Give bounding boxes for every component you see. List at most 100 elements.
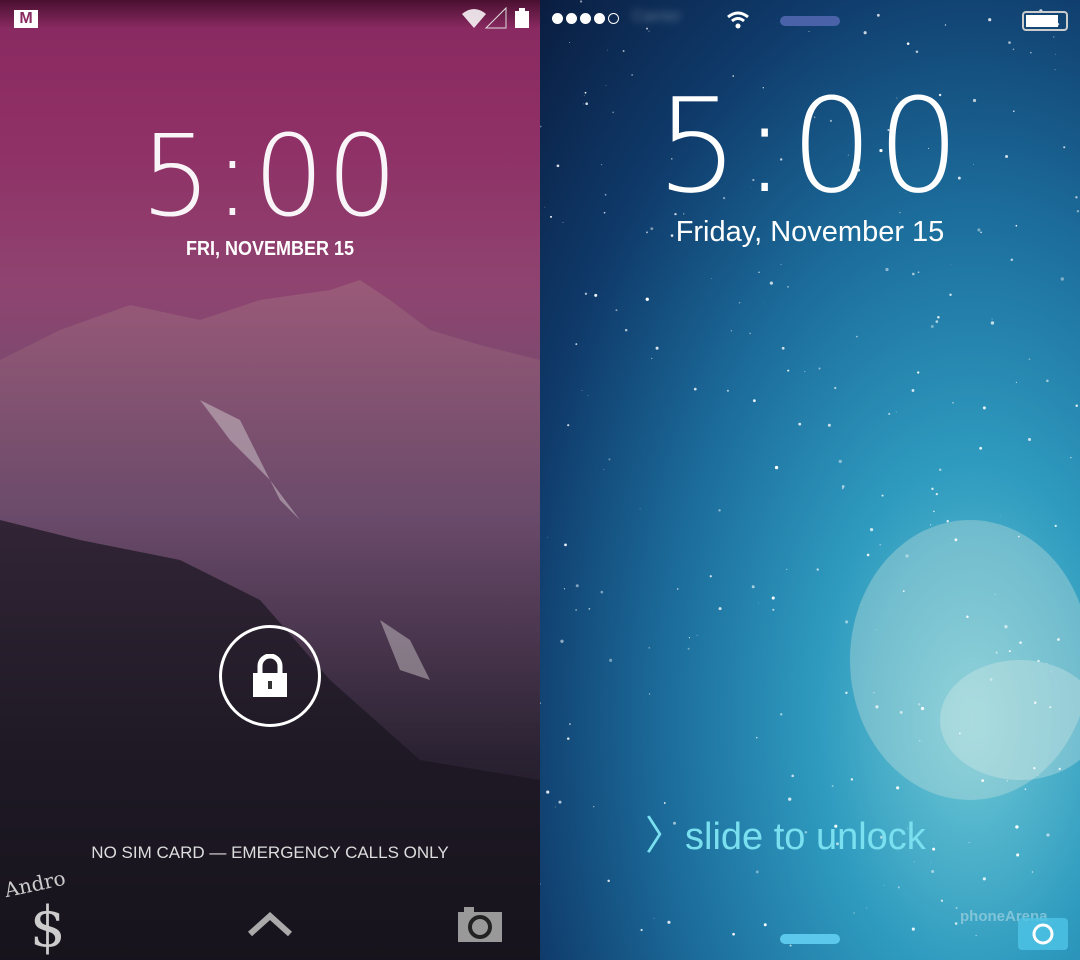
star bbox=[804, 371, 806, 373]
signal-strength bbox=[552, 13, 619, 24]
star bbox=[603, 469, 605, 470]
signal-dot bbox=[552, 13, 563, 24]
star bbox=[710, 277, 712, 279]
camera-icon[interactable] bbox=[1018, 912, 1068, 950]
star bbox=[881, 494, 884, 497]
star bbox=[615, 309, 618, 312]
star bbox=[958, 732, 961, 735]
star bbox=[558, 800, 562, 804]
star bbox=[966, 615, 969, 618]
wifi-icon bbox=[727, 11, 749, 29]
star bbox=[991, 318, 993, 320]
unlock-button[interactable] bbox=[219, 625, 321, 727]
star bbox=[856, 335, 858, 338]
star bbox=[905, 554, 909, 558]
star bbox=[653, 917, 655, 919]
star bbox=[639, 508, 641, 510]
star bbox=[1046, 833, 1050, 837]
star bbox=[1012, 48, 1015, 50]
star bbox=[600, 590, 604, 594]
star bbox=[791, 774, 795, 778]
star bbox=[932, 847, 936, 851]
star bbox=[1046, 663, 1048, 665]
star bbox=[841, 485, 845, 488]
star bbox=[709, 575, 712, 578]
star bbox=[569, 723, 571, 725]
star bbox=[931, 870, 935, 874]
star bbox=[1037, 659, 1040, 663]
star bbox=[979, 446, 983, 450]
star bbox=[888, 412, 891, 415]
star bbox=[667, 920, 671, 924]
star bbox=[563, 588, 566, 590]
star bbox=[895, 411, 897, 413]
star bbox=[584, 292, 588, 295]
star bbox=[950, 537, 951, 539]
star bbox=[866, 907, 868, 909]
star bbox=[787, 369, 790, 372]
star bbox=[999, 515, 1001, 517]
star bbox=[834, 386, 837, 390]
notification-center-grabber[interactable] bbox=[780, 16, 840, 26]
star bbox=[575, 609, 578, 611]
star bbox=[845, 691, 848, 695]
star bbox=[808, 30, 810, 32]
star bbox=[540, 702, 542, 705]
star bbox=[763, 923, 767, 927]
camera-icon[interactable] bbox=[458, 906, 502, 942]
star bbox=[648, 30, 650, 32]
star bbox=[569, 42, 571, 44]
chevron-right-icon: 〉 bbox=[645, 814, 685, 858]
battery-icon bbox=[515, 11, 529, 28]
star bbox=[930, 325, 934, 329]
star bbox=[995, 651, 998, 654]
star bbox=[935, 492, 938, 496]
star bbox=[1015, 825, 1019, 829]
star bbox=[560, 639, 564, 643]
star bbox=[1016, 853, 1020, 857]
star bbox=[918, 703, 921, 706]
star bbox=[780, 264, 782, 266]
star bbox=[917, 371, 920, 374]
star bbox=[609, 658, 613, 662]
star bbox=[1030, 51, 1032, 54]
star bbox=[564, 543, 567, 547]
star bbox=[831, 785, 834, 787]
star bbox=[933, 842, 935, 844]
control-center-grabber[interactable] bbox=[780, 934, 840, 944]
star bbox=[850, 778, 854, 781]
star bbox=[863, 31, 867, 35]
star bbox=[581, 390, 583, 392]
star bbox=[749, 332, 752, 335]
star bbox=[937, 316, 940, 319]
star bbox=[755, 870, 759, 874]
star bbox=[693, 387, 697, 391]
star bbox=[1057, 638, 1060, 641]
clock: 5:00 bbox=[656, 70, 964, 222]
star bbox=[876, 13, 880, 17]
signal-dot bbox=[566, 13, 577, 24]
star bbox=[853, 912, 855, 914]
star bbox=[952, 402, 954, 404]
star bbox=[988, 18, 992, 22]
star bbox=[975, 934, 977, 936]
star bbox=[788, 797, 792, 801]
star bbox=[567, 424, 570, 427]
star bbox=[873, 692, 875, 694]
star bbox=[1070, 456, 1072, 459]
star bbox=[575, 584, 579, 588]
star bbox=[758, 602, 759, 604]
star bbox=[769, 281, 773, 285]
chevron-up-icon[interactable] bbox=[248, 912, 292, 936]
star bbox=[575, 343, 578, 346]
star bbox=[646, 27, 649, 30]
star bbox=[1015, 381, 1018, 383]
carrier-name: Carrier bbox=[632, 8, 681, 25]
star bbox=[1058, 767, 1061, 771]
star bbox=[758, 271, 760, 274]
star bbox=[1006, 780, 1008, 782]
star bbox=[1054, 524, 1057, 528]
star bbox=[1008, 41, 1011, 45]
slide-to-unlock[interactable]: 〉slide to unlock bbox=[645, 803, 926, 861]
star bbox=[930, 524, 932, 526]
